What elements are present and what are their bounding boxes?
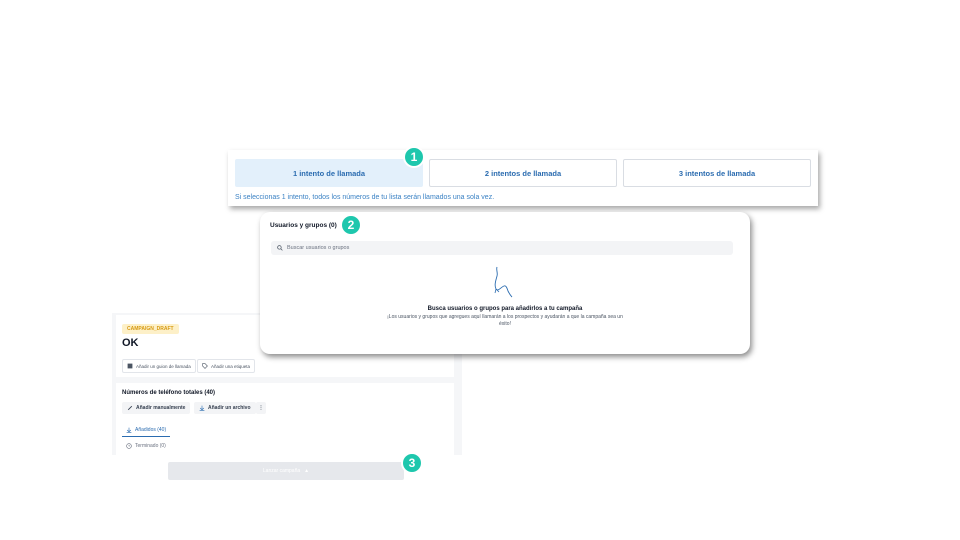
phone-numbers-card: Números de teléfono totales (40) Añadir …	[116, 383, 454, 455]
tag-icon	[202, 363, 208, 369]
add-manual-label: Añadir manualmente	[136, 405, 186, 411]
more-options-button[interactable]: ⋮	[256, 402, 266, 414]
launch-campaign-label: Lanzar campaña	[262, 468, 301, 474]
phone-numbers-title: Números de teléfono totales (40)	[122, 390, 216, 396]
add-script-label: Añadir un guion de llamada	[136, 363, 191, 369]
call-attempts-panel: 1 intento de llamada 2 intentos de llama…	[228, 150, 818, 206]
add-manual-button[interactable]: Añadir manualmente	[122, 402, 191, 414]
step-badge-1: 1	[403, 146, 425, 168]
users-groups-title: Usuarios y grupos (0)	[270, 222, 337, 229]
empty-state-description: ¡Los usuarios y grupos que agregues aquí…	[387, 314, 623, 327]
script-icon	[127, 363, 133, 369]
step-badge-3: 3	[401, 452, 423, 474]
users-groups-panel: Usuarios y grupos (0) Busca usuarios o g…	[260, 212, 750, 354]
attempt-option-2[interactable]: 2 intentos de llamada	[429, 159, 617, 187]
campaign-name: OK	[122, 337, 139, 349]
attempt-option-1[interactable]: 1 intento de llamada	[235, 159, 423, 187]
add-file-button[interactable]: Añadir un archivo	[194, 402, 256, 414]
status-terminated[interactable]: Terminado (0)	[126, 443, 166, 449]
attempt-option-3[interactable]: 3 intentos de llamada	[623, 159, 811, 187]
rocket-icon: ▲	[304, 468, 310, 474]
attempts-help-text: Si seleccionas 1 intento, todos los núme…	[235, 194, 495, 201]
launch-campaign-button[interactable]: Lanzar campaña ▲	[168, 462, 404, 480]
add-script-button[interactable]: Añadir un guion de llamada	[122, 359, 196, 373]
download-icon	[199, 405, 205, 411]
search-box	[271, 241, 733, 255]
step-badge-2: 2	[340, 214, 362, 236]
add-tag-button[interactable]: Añadir una etiqueta	[197, 359, 256, 373]
hand-drawn-arrow-icon	[494, 266, 513, 298]
empty-state-title: Busca usuarios o grupos para añadirlos a…	[427, 306, 583, 312]
tab-added-label: Añadidos (40)	[135, 427, 167, 433]
pencil-icon	[127, 405, 133, 411]
download-icon	[126, 427, 132, 433]
add-tag-label: Añadir una etiqueta	[211, 363, 251, 369]
add-file-label: Añadir un archivo	[208, 405, 251, 411]
tab-added[interactable]: Añadidos (40)	[122, 424, 171, 437]
search-input[interactable]	[287, 245, 587, 251]
clock-icon	[126, 443, 132, 449]
status-badge: CAMPAIGN_DRAFT	[122, 324, 179, 334]
status-terminated-label: Terminado (0)	[135, 443, 166, 449]
search-icon	[277, 245, 283, 251]
